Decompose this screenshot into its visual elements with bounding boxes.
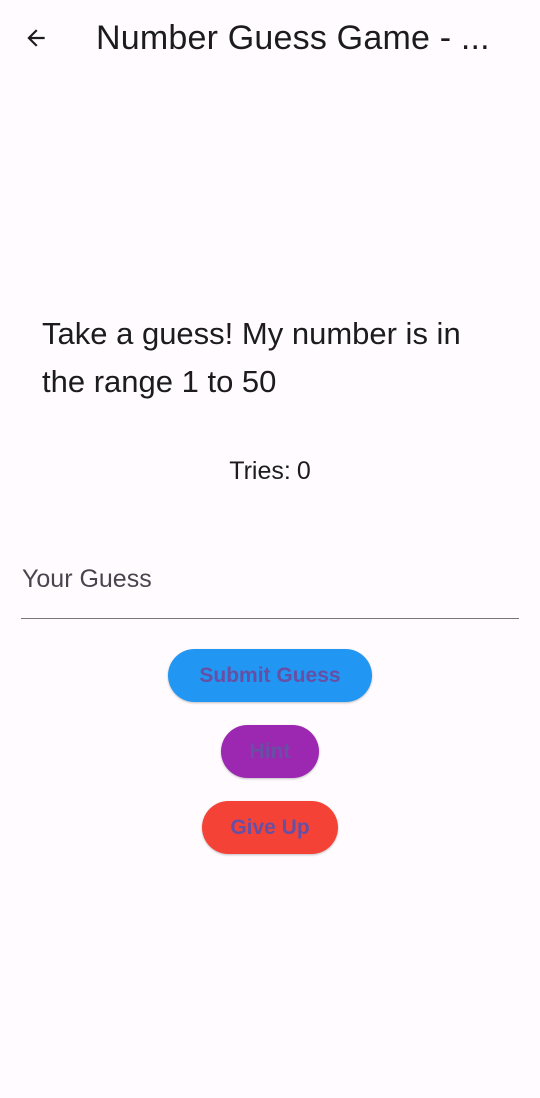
arrow-back-icon [27,29,45,47]
page-title: Number Guess Game - ... [96,19,490,57]
tries-count: 0 [296,457,311,485]
guess-field[interactable] [21,540,519,619]
tries-label: Tries: [229,457,291,485]
guess-input[interactable] [21,540,519,618]
app-bar: Number Guess Game - ... [0,0,540,78]
hint-button[interactable]: Hint [221,725,319,778]
submit-guess-button[interactable]: Submit Guess [168,649,372,702]
game-prompt: Take a guess! My number is in the range … [42,316,461,399]
back-button[interactable] [12,14,60,62]
tries-counter: Tries: 0 [0,455,540,487]
give-up-button[interactable]: Give Up [202,801,338,854]
